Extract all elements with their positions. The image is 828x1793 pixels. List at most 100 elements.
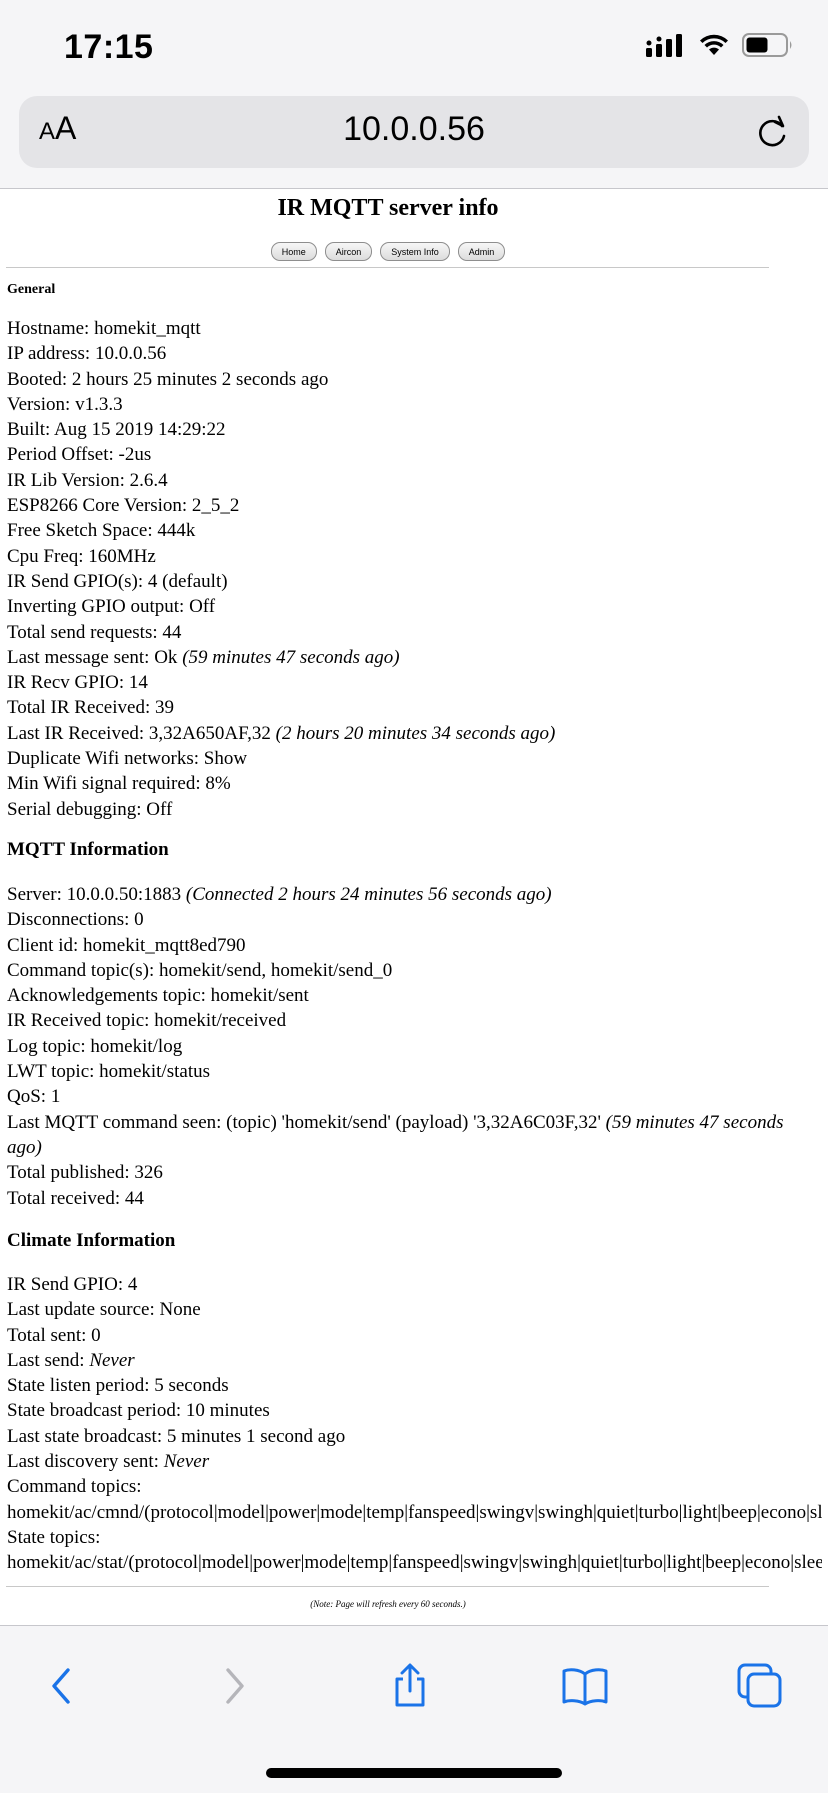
climate-info-line: homekit/ac/cmnd/(protocol|model|power|mo… [7,1500,822,1525]
info-text: Last update source: None [7,1299,201,1321]
general-info-line: Last message sent: Ok (59 minutes 47 sec… [7,645,822,670]
back-button[interactable] [31,1656,91,1716]
info-text: Last state broadcast: 5 minutes 1 second… [7,1425,346,1447]
info-text: Booted: 2 hours 25 minutes 2 seconds ago [7,368,329,390]
general-heading: General [7,282,56,297]
info-text: Acknowledgements topic: homekit/sent [7,985,309,1007]
browser-address-area: AA 10.0.0.56 [0,92,828,189]
address-bar[interactable]: AA 10.0.0.56 [19,96,809,168]
nav-home-button[interactable]: Home [270,242,317,261]
info-text: State topics: [7,1526,101,1548]
nav-aircon-button[interactable]: Aircon [324,242,373,261]
info-text: Server: 10.0.0.50:1883 [7,884,186,905]
mqtt-info-line: Command topic(s): homekit/send, homekit/… [7,958,822,983]
mqtt-info-line: Server: 10.0.0.50:1883 (Connected 2 hour… [7,882,822,907]
status-bar: 17:15 [0,0,828,92]
climate-heading: Climate Information [7,1230,176,1251]
info-text: IP address: 10.0.0.56 [7,343,167,365]
refresh-note: (Note: Page will refresh every 60 second… [310,1599,466,1609]
status-icons [646,32,794,58]
info-text: Total send requests: 44 [7,621,182,643]
info-text: IR Lib Version: 2.6.4 [7,469,168,491]
general-info-line: Cpu Freq: 160MHz [7,544,822,569]
general-info-line: Total send requests: 44 [7,620,822,645]
info-text: IR Send GPIO: 4 [7,1274,138,1295]
info-text: Serial debugging: Off [7,798,173,820]
info-text: Total published: 326 [7,1162,163,1184]
climate-info-line: Total sent: 0 [7,1323,822,1348]
general-info-line: Min Wifi signal required: 8% [7,771,822,796]
info-text: Min Wifi signal required: 8% [7,773,231,795]
info-text: Client id: homekit_mqtt8ed790 [7,934,246,956]
bookmarks-button[interactable] [555,1656,615,1716]
mqtt-info-line: QoS: 1 [7,1084,822,1109]
info-text: IR Recv GPIO: 14 [7,672,148,694]
cellular-signal-icon [646,34,682,57]
share-icon [395,1663,425,1707]
mqtt-info-line: Log topic: homekit/log [7,1034,822,1059]
climate-info-line: Last update source: None [7,1297,822,1322]
info-text: Cpu Freq: 160MHz [7,545,156,567]
climate-info-line: Last discovery sent: Never [7,1449,822,1474]
forward-button[interactable] [205,1656,265,1716]
nav-admin-button[interactable]: Admin [457,242,506,261]
mqtt-info-line: Acknowledgements topic: homekit/sent [7,983,822,1008]
info-note: (Connected 2 hours 24 minutes 56 seconds… [185,884,552,905]
general-info-line: Booted: 2 hours 25 minutes 2 seconds ago [7,367,822,392]
general-info-line: Last IR Received: 3,32A650AF,32 (2 hours… [7,721,822,746]
mqtt-heading: MQTT Information [7,839,169,860]
status-time: 17:15 [64,28,154,66]
home-indicator [266,1768,562,1778]
info-text: Last message sent: Ok [7,646,183,668]
info-text: Duplicate Wifi networks: Show [7,748,248,770]
mqtt-info: Server: 10.0.0.50:1883 (Connected 2 hour… [7,882,822,1211]
battery-icon [742,33,792,57]
tabs-button[interactable] [730,1656,790,1716]
info-text: IR Received topic: homekit/received [7,1010,287,1032]
info-text: State broadcast period: 10 minutes [7,1400,270,1422]
mqtt-info-line: Total received: 44 [7,1186,822,1211]
climate-info-line: IR Send GPIO: 4 [7,1272,822,1297]
info-text: Hostname: homekit_mqtt [7,318,201,339]
climate-info-line: Last state broadcast: 5 minutes 1 second… [7,1424,822,1449]
url-text[interactable]: 10.0.0.56 [19,110,809,149]
mqtt-info-line: Client id: homekit_mqtt8ed790 [7,933,822,958]
mqtt-info-line: Last MQTT command seen: (topic) 'homekit… [7,1110,822,1161]
info-text: homekit/ac/stat/(protocol|model|power|mo… [7,1552,822,1574]
info-text: LWT topic: homekit/status [7,1061,210,1083]
climate-info-line: Last send: Never [7,1348,822,1373]
info-text: Disconnections: 0 [7,909,144,931]
info-text: Last MQTT command seen: (topic) 'homekit… [7,1111,606,1133]
info-note: Never [163,1451,210,1473]
general-info-line: Period Offset: -2us [7,442,822,467]
browser-toolbar [0,1625,828,1793]
info-note: (59 minutes 47 seconds ago) [182,646,400,668]
general-info: Hostname: homekit_mqtt IP address: 10.0.0… [7,316,822,822]
info-text: Last IR Received: 3,32A650AF,32 [7,722,276,744]
chevron-left-icon [52,1668,70,1704]
general-info-line: Built: Aug 15 2019 14:29:22 [7,417,822,442]
mqtt-info-line: Total published: 326 [7,1160,822,1185]
page-nav: Home Aircon System Info Admin [0,242,776,261]
climate-info-line: homekit/ac/stat/(protocol|model|power|mo… [7,1550,822,1575]
share-button[interactable] [380,1656,440,1716]
climate-info-line: State listen period: 5 seconds [7,1373,822,1398]
general-info-line: Serial debugging: Off [7,797,822,822]
climate-info-line: State broadcast period: 10 minutes [7,1398,822,1423]
info-text: IR Send GPIO(s): 4 (default) [7,570,228,592]
general-info-line: Version: v1.3.3 [7,392,822,417]
general-info-line: IR Send GPIO(s): 4 (default) [7,569,822,594]
info-text: Last send: [7,1349,90,1371]
info-text: State listen period: 5 seconds [7,1375,229,1397]
info-text: Total received: 44 [7,1187,144,1209]
reload-icon[interactable] [753,112,793,152]
info-text: Inverting GPIO output: Off [7,596,216,618]
info-text: Built: Aug 15 2019 14:29:22 [7,419,226,441]
wifi-icon [700,34,728,55]
info-text: Version: v1.3.3 [7,393,123,415]
nav-system-info-button[interactable]: System Info [380,242,450,261]
info-note: Never [89,1349,135,1371]
general-info-line: IR Lib Version: 2.6.4 [7,468,822,493]
info-text: Command topics: [7,1476,142,1498]
general-info-line: IR Recv GPIO: 14 [7,670,822,695]
